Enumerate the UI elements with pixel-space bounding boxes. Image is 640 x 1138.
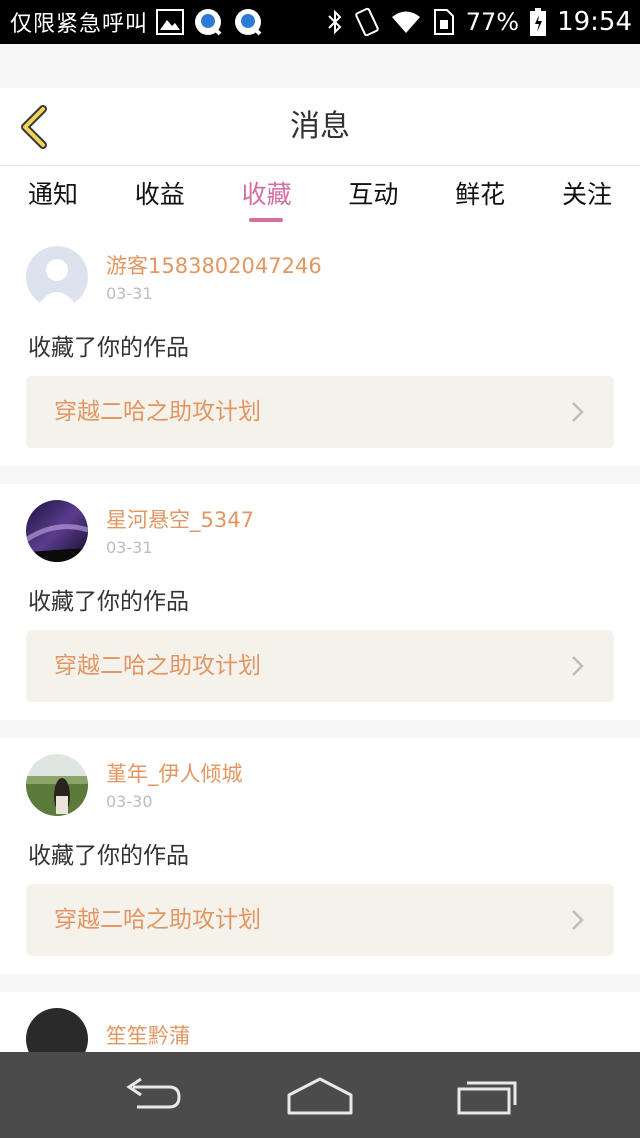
vibrate-icon xyxy=(354,7,380,37)
tab-follows[interactable]: 关注 xyxy=(560,166,614,230)
tab-label: 收益 xyxy=(134,180,185,209)
work-title: 穿越二哈之助攻计划 xyxy=(54,653,261,679)
work-title: 穿越二哈之助攻计划 xyxy=(54,399,261,425)
username[interactable]: 游客1583802047246 xyxy=(106,250,322,280)
message-card: 笙笙黔蒲 xyxy=(0,992,640,1052)
work-title: 穿越二哈之助攻计划 xyxy=(54,907,261,933)
tab-label: 鲜花 xyxy=(455,180,506,209)
active-tab-indicator xyxy=(248,218,283,222)
tab-label: 通知 xyxy=(27,180,78,209)
avatar[interactable] xyxy=(26,500,88,562)
chevron-right-icon xyxy=(572,402,584,422)
username[interactable]: 笙笙黔蒲 xyxy=(106,1020,190,1050)
chevron-right-icon xyxy=(572,910,584,930)
tab-label: 关注 xyxy=(561,180,612,209)
emergency-call-text: 仅限紧急呼叫 xyxy=(10,12,149,37)
wifi-icon xyxy=(390,9,422,35)
tab-earnings[interactable]: 收益 xyxy=(133,166,187,230)
bluetooth-icon xyxy=(326,8,344,36)
image-icon xyxy=(156,9,185,35)
qq-icon xyxy=(232,6,264,38)
sim-icon xyxy=(432,7,456,37)
battery-percent: 77% xyxy=(465,8,520,36)
tab-interactions[interactable]: 互动 xyxy=(346,166,400,230)
message-card: 星河悬空_5347 03-31 收藏了你的作品 穿越二哈之助攻计划 xyxy=(0,484,640,720)
message-date: 03-31 xyxy=(106,538,153,557)
recent-apps-icon xyxy=(457,1081,517,1115)
tab-bar: 通知 收益 收藏 互动 鲜花 关注 xyxy=(0,166,640,230)
avatar[interactable] xyxy=(26,1008,88,1052)
avatar[interactable] xyxy=(26,754,88,816)
tab-flowers[interactable]: 鲜花 xyxy=(453,166,507,230)
tab-favorites[interactable]: 收藏 xyxy=(240,166,294,230)
top-spacer xyxy=(0,44,640,88)
battery-icon xyxy=(529,7,547,37)
message-date: 03-30 xyxy=(106,792,153,811)
home-icon xyxy=(287,1077,353,1115)
nav-back-button[interactable] xyxy=(108,1065,198,1125)
back-icon xyxy=(126,1077,181,1109)
work-link[interactable]: 穿越二哈之助攻计划 xyxy=(26,884,614,956)
clock: 19:54 xyxy=(557,7,632,37)
message-action: 收藏了你的作品 xyxy=(28,335,189,361)
avatar[interactable] xyxy=(26,246,88,308)
chevron-left-icon xyxy=(21,105,47,149)
work-link[interactable]: 穿越二哈之助攻计划 xyxy=(26,376,614,448)
tab-notifications[interactable]: 通知 xyxy=(26,166,80,230)
status-bar: 仅限紧急呼叫 77% 19:54 xyxy=(0,0,640,44)
message-action: 收藏了你的作品 xyxy=(28,843,189,869)
nav-home-button[interactable] xyxy=(275,1065,365,1125)
page-title: 消息 xyxy=(290,109,350,144)
header: 消息 xyxy=(0,88,640,166)
nav-recent-apps-button[interactable] xyxy=(442,1065,532,1125)
message-card: 堇年_伊人倾城 03-30 收藏了你的作品 穿越二哈之助攻计划 xyxy=(0,738,640,974)
message-card: 游客1583802047246 03-31 收藏了你的作品 穿越二哈之助攻计划 xyxy=(0,230,640,466)
message-list: 游客1583802047246 03-31 收藏了你的作品 穿越二哈之助攻计划 … xyxy=(0,230,640,1052)
message-action: 收藏了你的作品 xyxy=(28,589,189,615)
username[interactable]: 堇年_伊人倾城 xyxy=(106,758,243,788)
tab-label: 收藏 xyxy=(241,180,292,209)
back-button[interactable] xyxy=(14,104,54,150)
username[interactable]: 星河悬空_5347 xyxy=(106,504,254,534)
tab-label: 互动 xyxy=(348,180,399,209)
system-nav-bar xyxy=(0,1052,640,1138)
chevron-right-icon xyxy=(572,656,584,676)
qq-icon xyxy=(192,6,224,38)
work-link[interactable]: 穿越二哈之助攻计划 xyxy=(26,630,614,702)
message-date: 03-31 xyxy=(106,284,153,303)
